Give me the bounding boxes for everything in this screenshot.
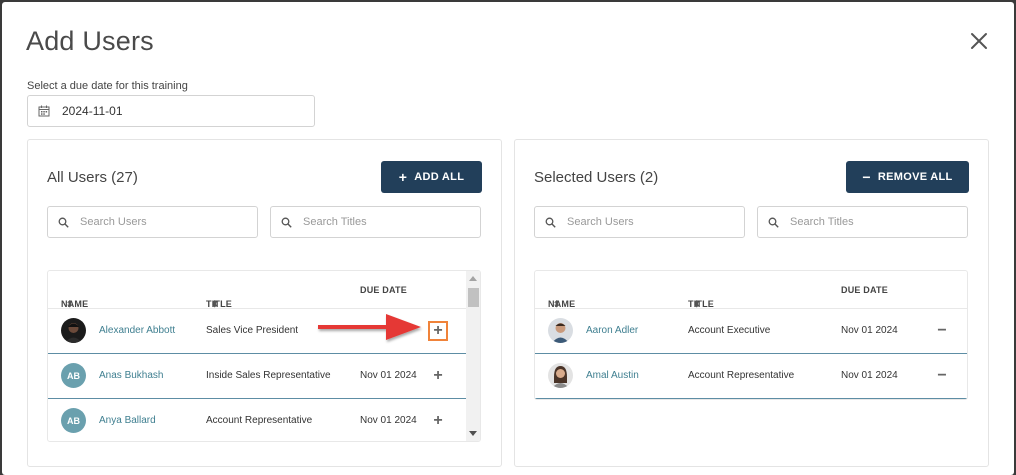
search-users-input[interactable]: Search Users [47,206,258,238]
table-header: NAME ⬍ TITLE ⬍ DUE DATE [48,271,480,309]
scroll-up-icon[interactable] [469,276,477,281]
minus-icon: − [937,322,947,339]
remove-all-label: REMOVE ALL [877,171,953,183]
table-row: Aaron Adler Account Executive Nov 01 202… [535,309,967,354]
remove-user-button[interactable]: − [932,321,952,341]
user-title: Account Executive [688,325,771,336]
due-date-column-header: DUE DATE [360,285,407,295]
avatar [61,318,86,343]
plus-icon: + [433,412,443,429]
user-title: Sales Vice President [206,325,299,336]
add-all-button[interactable]: + ADD ALL [381,161,482,193]
user-due-date: Nov 01 2024 [841,370,898,381]
search-users-placeholder: Search Users [567,216,634,228]
selected-users-title: Selected Users (2) [534,169,659,186]
avatar: AB [61,363,86,388]
user-due-date: Nov 01 2024 [360,370,417,381]
close-icon[interactable] [966,28,992,54]
table-row: Amal Austin Account Representative Nov 0… [535,354,967,399]
add-user-button[interactable]: + [428,411,448,431]
search-icon [281,217,292,228]
user-title: Account Representative [206,415,313,426]
all-users-panel: All Users (27) + ADD ALL Search Users Se… [27,139,502,467]
user-name-link[interactable]: Alexander Abbott [99,325,175,336]
user-name-link[interactable]: Anas Bukhash [99,370,164,381]
add-all-label: ADD ALL [414,171,465,183]
user-name-link[interactable]: Anya Ballard [99,415,156,426]
due-date-field[interactable]: 2024-11-01 [27,95,315,127]
minus-icon: − [937,367,947,384]
search-users-placeholder: Search Users [80,216,147,228]
search-icon [545,217,556,228]
red-arrow-annotation [318,314,421,340]
table-row: AB Anas Bukhash Inside Sales Representat… [48,354,480,399]
search-users-input[interactable]: Search Users [534,206,745,238]
user-title: Account Representative [688,370,795,381]
user-due-date: Nov 01 2024 [360,415,417,426]
search-icon [768,217,779,228]
all-users-title: All Users (27) [47,169,138,186]
user-name-link[interactable]: Amal Austin [586,370,639,381]
user-title: Inside Sales Representative [206,370,331,381]
search-icon [58,217,69,228]
remove-all-button[interactable]: − REMOVE ALL [846,161,969,193]
plus-icon: + [433,367,443,384]
add-users-modal: Add Users Select a due date for this tra… [2,2,1014,475]
due-date-label: Select a due date for this training [27,80,188,92]
selected-users-panel: Selected Users (2) − REMOVE ALL Search U… [514,139,989,467]
scroll-down-icon[interactable] [469,431,477,436]
avatar: AB [61,408,86,433]
search-titles-input[interactable]: Search Titles [757,206,968,238]
scroll-thumb[interactable] [468,288,479,307]
scrollbar[interactable] [466,271,480,441]
minus-icon: − [862,169,871,185]
table-header: NAME ⬍ TITLE ⬍ DUE DATE [535,271,967,309]
search-titles-placeholder: Search Titles [790,216,854,228]
user-due-date: Nov 01 2024 [841,325,898,336]
due-date-column-header: DUE DATE [841,285,888,295]
user-name-link[interactable]: Aaron Adler [586,325,638,336]
add-user-button[interactable]: + [428,321,448,341]
table-row: AB Anya Ballard Account Representative N… [48,399,480,441]
add-user-button[interactable]: + [428,366,448,386]
due-date-value: 2024-11-01 [62,104,123,118]
plus-icon: + [433,322,443,339]
search-titles-input[interactable]: Search Titles [270,206,481,238]
calendar-icon [38,105,50,117]
modal-title: Add Users [26,26,154,56]
all-users-table: NAME ⬍ TITLE ⬍ DUE DATE Alexander Abbott S… [47,270,481,442]
plus-icon: + [398,169,408,185]
avatar [548,318,573,343]
selected-users-table: NAME ⬍ TITLE ⬍ DUE DATE Aaron Adler Accoun… [534,270,968,400]
search-titles-placeholder: Search Titles [303,216,367,228]
remove-user-button[interactable]: − [932,366,952,386]
avatar [548,363,573,388]
